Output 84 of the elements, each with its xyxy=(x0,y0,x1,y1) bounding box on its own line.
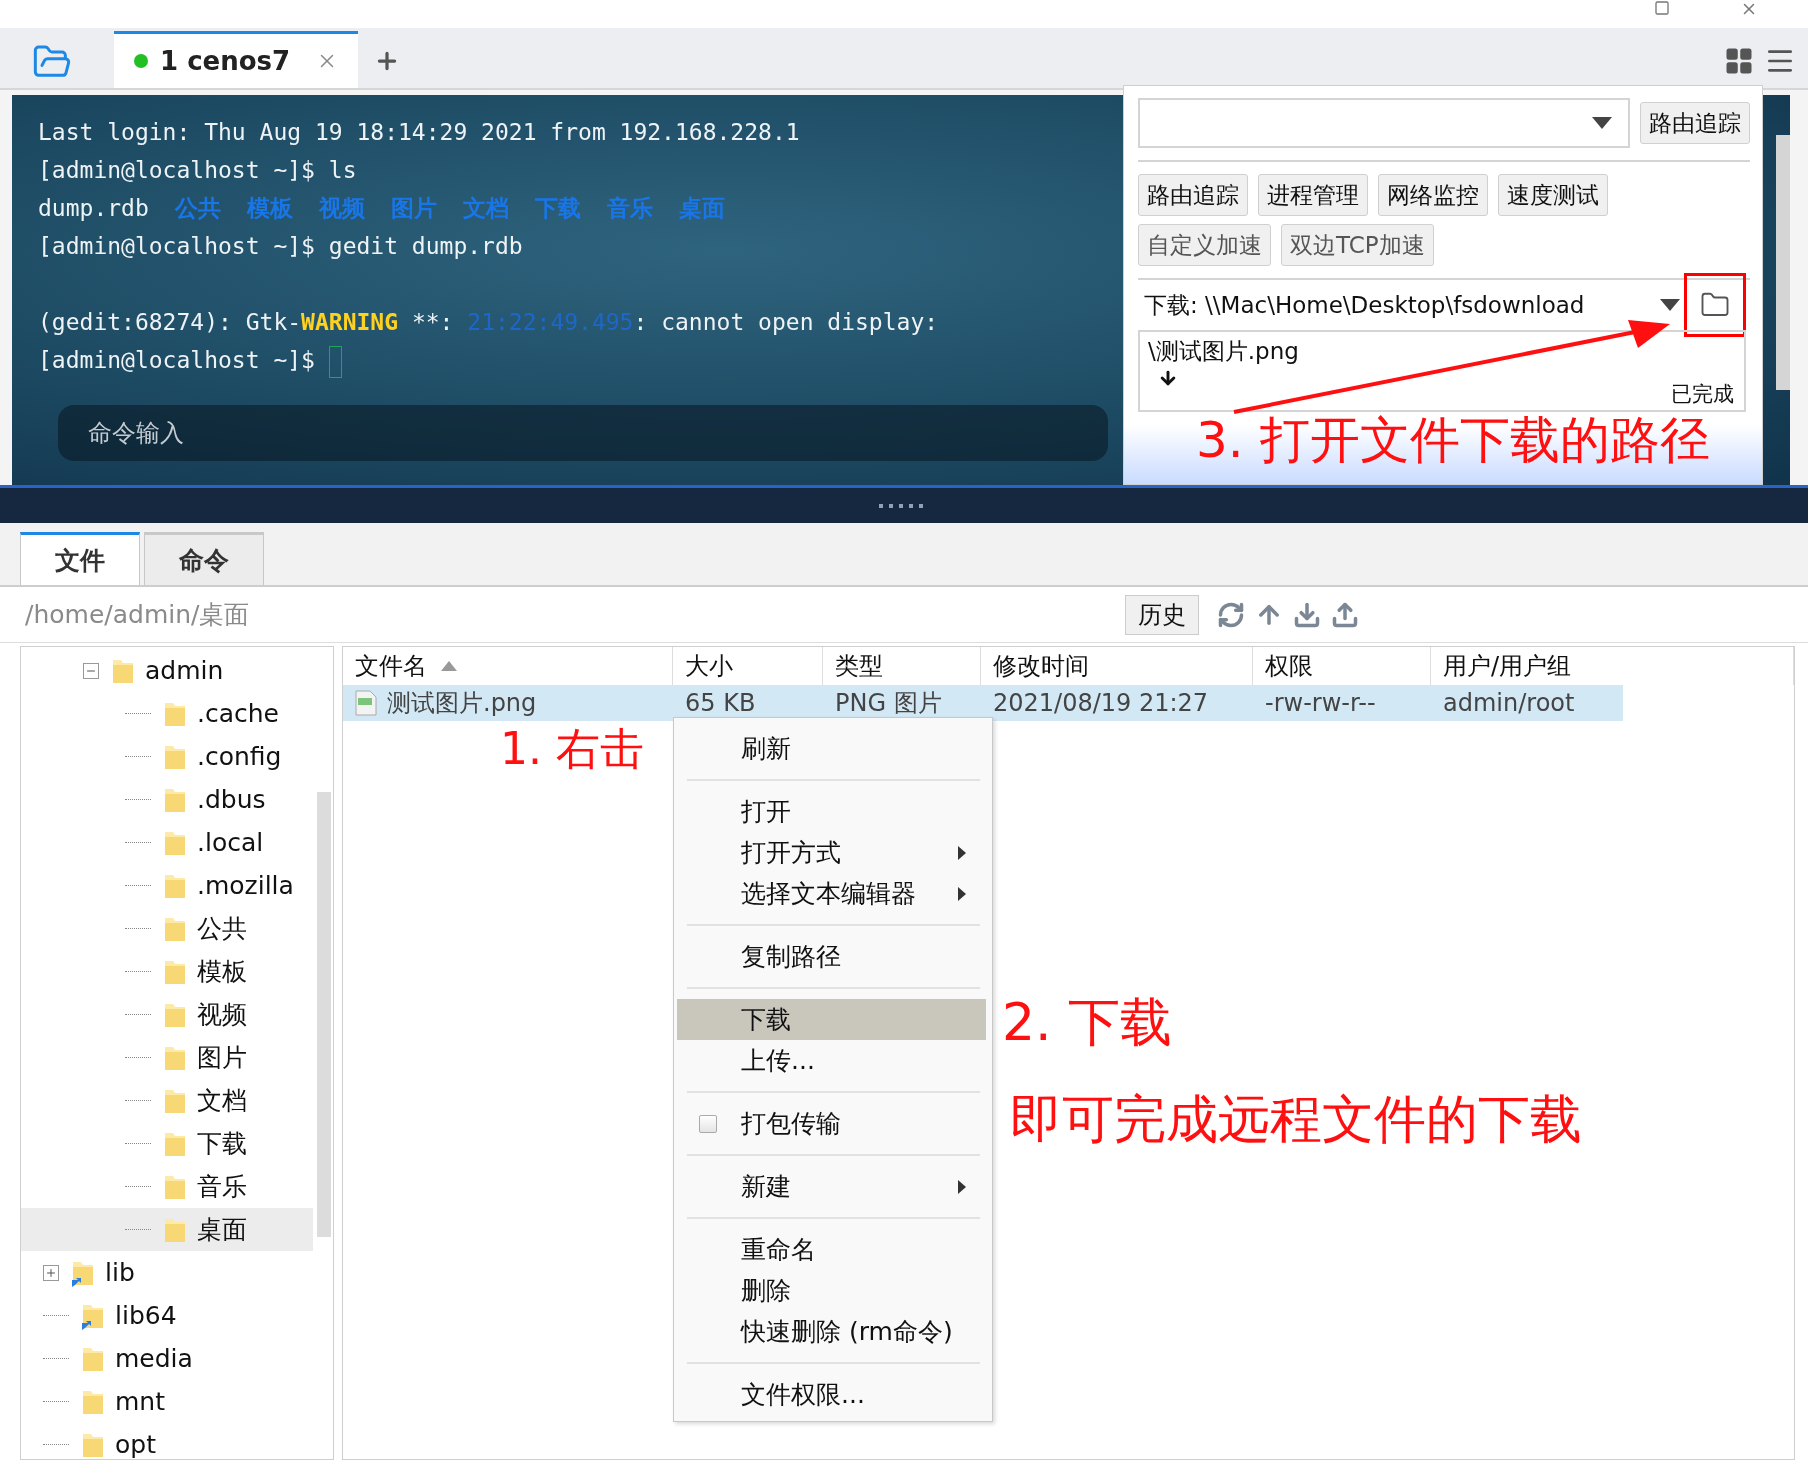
tree-item[interactable]: 桌面 xyxy=(21,1208,313,1251)
tree-item[interactable]: 公共 xyxy=(21,907,313,950)
tab-label: 1 cenos7 xyxy=(160,46,291,76)
panel-tab[interactable]: 文件 xyxy=(20,532,140,585)
table-cell-text: -rw-rw-r-- xyxy=(1264,689,1376,717)
table-cell-text: PNG 图片 xyxy=(834,688,942,719)
caret-icon xyxy=(1592,117,1612,129)
file-row[interactable]: 测试图片.png 65 KB PNG 图片 2021/08/19 21:27 -rw-rw-r-- admin/root xyxy=(343,685,1623,721)
download-status: 已完成 xyxy=(1671,381,1734,408)
annotation-text: 2. 下载 xyxy=(1002,995,1173,1050)
terminal-line: Last login: Thu Aug 19 18:14:29 2021 from 192.168.228.1 xyxy=(38,118,800,147)
terminal-line: (gedit:68274): Gtk-WARNING **: 21:22:49.495: cannot open display: xyxy=(38,308,939,337)
collapse-icon[interactable] xyxy=(83,662,99,679)
refresh-icon[interactable] xyxy=(1217,600,1245,629)
tree-item[interactable]: .config xyxy=(21,735,313,778)
upload-icon[interactable] xyxy=(1331,600,1359,629)
annotation-text: 即可完成远程文件的下载 xyxy=(1010,1092,1582,1147)
tree-item[interactable]: media xyxy=(21,1337,313,1380)
menu-item[interactable]: 文件权限... xyxy=(677,1374,986,1415)
download-icon xyxy=(1158,368,1178,388)
menu-item[interactable]: 快速删除 (rm命令) xyxy=(677,1311,986,1352)
scrollbar-thumb[interactable] xyxy=(1776,135,1790,390)
menu-item[interactable]: 打开方式 xyxy=(677,832,986,873)
terminal-line: dump.rdb 公共 模板 视频 图片 文档 下载 音乐 桌面 xyxy=(38,194,725,223)
tree-item[interactable]: 图片 xyxy=(21,1036,313,1079)
menu-item[interactable]: 新建 xyxy=(677,1166,986,1207)
submenu-arrow-icon xyxy=(958,845,966,860)
menu-item[interactable]: 下载 xyxy=(677,999,986,1040)
tree-item[interactable]: .local xyxy=(21,821,313,864)
tool-button[interactable]: 双边TCP加速 xyxy=(1281,224,1434,266)
tool-button[interactable]: 进程管理 xyxy=(1258,174,1368,216)
menu-item[interactable]: 删除 xyxy=(677,1270,986,1311)
menu-item[interactable]: 重命名 xyxy=(677,1229,986,1270)
download-item[interactable]: \测试图片.png 已完成 xyxy=(1138,330,1746,412)
annotation-text: 3. 打开文件下载的路径 xyxy=(1196,414,1711,467)
tree-item[interactable]: 模板 xyxy=(21,950,313,993)
submenu-arrow-icon xyxy=(958,886,966,901)
checkbox[interactable] xyxy=(699,1114,717,1133)
grid-icon[interactable] xyxy=(1724,46,1754,76)
annotation-text: 1. 右击 xyxy=(500,726,644,773)
tree-item[interactable]: 下载 xyxy=(21,1122,313,1165)
image-file-icon xyxy=(355,690,377,716)
tool-button[interactable]: 路由追踪 xyxy=(1138,174,1248,216)
trace-button[interactable]: 路由追踪 xyxy=(1640,102,1750,144)
tree-item[interactable]: .cache xyxy=(21,692,313,735)
expand-icon[interactable] xyxy=(43,1264,59,1281)
download-icon[interactable] xyxy=(1293,600,1321,629)
scrollbar-thumb[interactable] xyxy=(317,792,331,1237)
panel-tab[interactable]: 命令 xyxy=(144,532,264,585)
history-button[interactable]: 历史 xyxy=(1125,594,1199,635)
table-cell: 测试图片.png xyxy=(343,687,537,719)
menu-item[interactable]: 刷新 xyxy=(677,728,986,769)
file-name: \测试图片.png xyxy=(1148,337,1299,366)
tree-item[interactable]: .mozilla xyxy=(21,864,313,907)
tree-item[interactable]: 视频 xyxy=(21,993,313,1036)
tool-button[interactable]: 网络监控 xyxy=(1378,174,1488,216)
menu-item[interactable]: 上传... xyxy=(677,1040,986,1081)
table-cell-text: 2021/08/19 21:27 xyxy=(992,689,1209,717)
tree-item[interactable]: lib xyxy=(21,1251,313,1294)
command-input[interactable]: 命令输入 xyxy=(58,405,1108,461)
download-path: 下载: \\Mac\Home\Desktop\fsdownload xyxy=(1144,290,1586,320)
menu-item[interactable]: 打包传输 xyxy=(677,1103,986,1144)
submenu-arrow-icon xyxy=(958,1179,966,1194)
terminal-line: [admin@localhost ~]$ xyxy=(38,341,342,379)
menu-item[interactable]: 选择文本编辑器 xyxy=(677,873,986,914)
tree-item[interactable]: admin xyxy=(21,649,313,692)
menu-item[interactable]: 复制路径 xyxy=(677,936,986,977)
maximize-icon[interactable] xyxy=(1654,0,1670,16)
tree-item[interactable]: opt xyxy=(21,1423,313,1459)
tree-item[interactable]: 音乐 xyxy=(21,1165,313,1208)
table-cell-text: 65 KB xyxy=(684,689,756,717)
tree-item[interactable]: mnt xyxy=(21,1380,313,1423)
tree-item[interactable]: .dbus xyxy=(21,778,313,821)
table-cell-text: admin/root xyxy=(1442,689,1575,717)
session-tab[interactable]: 1 cenos7 xyxy=(114,31,359,88)
sort-icon xyxy=(441,661,457,671)
tree-item[interactable]: lib64 xyxy=(21,1294,313,1337)
tree-item[interactable]: 文档 xyxy=(21,1079,313,1122)
menu-item[interactable]: 打开 xyxy=(677,791,986,832)
tool-button[interactable]: 速度测试 xyxy=(1498,174,1608,216)
tool-button[interactable]: 自定义加速 xyxy=(1138,224,1271,266)
terminal-line: [admin@localhost ~]$ gedit dump.rdb xyxy=(38,232,523,261)
terminal-line: [admin@localhost ~]$ ls xyxy=(38,156,357,185)
caret-icon[interactable] xyxy=(1660,299,1680,311)
